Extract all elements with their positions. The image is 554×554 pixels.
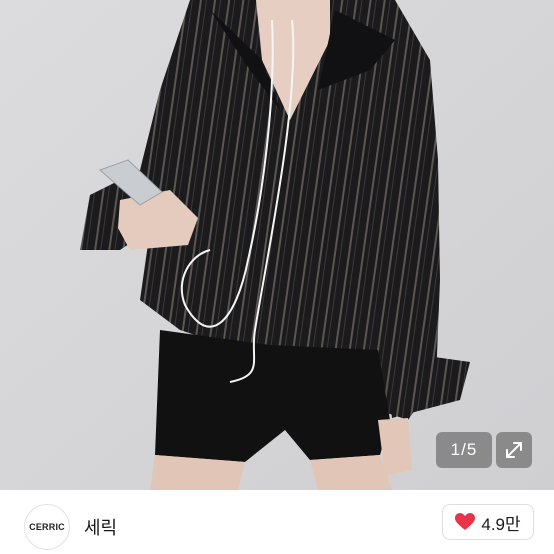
seller-name[interactable]: 세릭: [84, 514, 117, 540]
image-counter-total: 5: [466, 440, 478, 459]
product-photo[interactable]: 1 / 5: [0, 0, 554, 490]
product-photo-image: [0, 0, 554, 490]
product-detail-screen: 1 / 5 CERRIC 세릭 4.9만: [0, 0, 554, 554]
seller-avatar-label: CERRIC: [29, 522, 65, 532]
heart-icon: [455, 513, 476, 530]
like-button[interactable]: 4.9만: [442, 504, 534, 540]
seller-avatar[interactable]: CERRIC: [24, 504, 70, 550]
image-counter-current: 1: [450, 440, 462, 459]
expand-arrows-icon: [506, 442, 522, 458]
image-counter: 1 / 5: [436, 432, 492, 468]
expand-button[interactable]: [496, 432, 532, 468]
like-count: 4.9만: [481, 514, 521, 534]
seller-bar: CERRIC 세릭 4.9만: [0, 490, 554, 554]
